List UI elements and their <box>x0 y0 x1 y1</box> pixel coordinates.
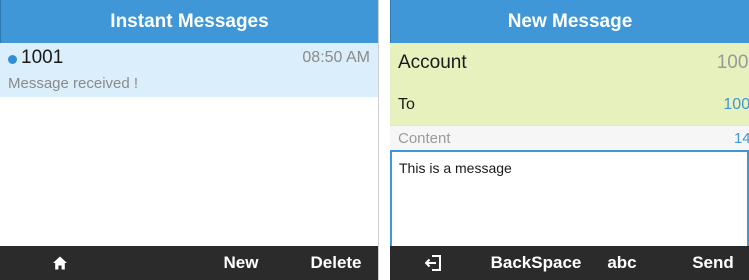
to-value: 1001 <box>723 96 749 113</box>
account-label: Account <box>398 52 467 73</box>
message-time: 08:50 AM <box>302 49 370 66</box>
new-message-title: New Message <box>390 0 749 43</box>
account-value: 1000 <box>716 52 749 73</box>
left-softkey-bar: New Delete <box>0 246 378 280</box>
character-count: 143 <box>733 130 749 147</box>
message-list-item[interactable]: 1001 08:50 AM Message received ! <box>0 43 378 97</box>
exit-icon <box>425 255 441 271</box>
content-field: Content 143 <box>390 125 749 150</box>
message-preview: Message received ! <box>8 75 139 92</box>
to-label: To <box>398 96 415 113</box>
home-icon <box>53 256 67 270</box>
exit-button[interactable] <box>414 246 454 280</box>
delete-button[interactable]: Delete <box>300 246 372 280</box>
backspace-button[interactable]: BackSpace <box>488 246 584 280</box>
account-field[interactable]: Account 1000 <box>390 43 749 85</box>
input-mode-button[interactable]: abc <box>598 246 646 280</box>
new-button[interactable]: New <box>210 246 272 280</box>
message-text-area[interactable]: This is a message <box>390 150 749 250</box>
message-sender: 1001 <box>21 47 64 68</box>
home-button[interactable] <box>40 246 80 280</box>
right-softkey-bar: BackSpace abc Send <box>390 246 749 280</box>
to-field[interactable]: To 1001 <box>390 85 749 125</box>
new-message-screen: New Message Account 1000 To 1001 Content… <box>390 0 749 280</box>
unread-dot-icon <box>8 55 17 64</box>
instant-messages-screen: Instant Messages 1001 08:50 AM Message r… <box>0 0 379 280</box>
message-text: This is a message <box>399 160 512 176</box>
instant-messages-title: Instant Messages <box>0 0 378 43</box>
send-button[interactable]: Send <box>683 246 743 280</box>
content-label: Content <box>398 130 451 147</box>
